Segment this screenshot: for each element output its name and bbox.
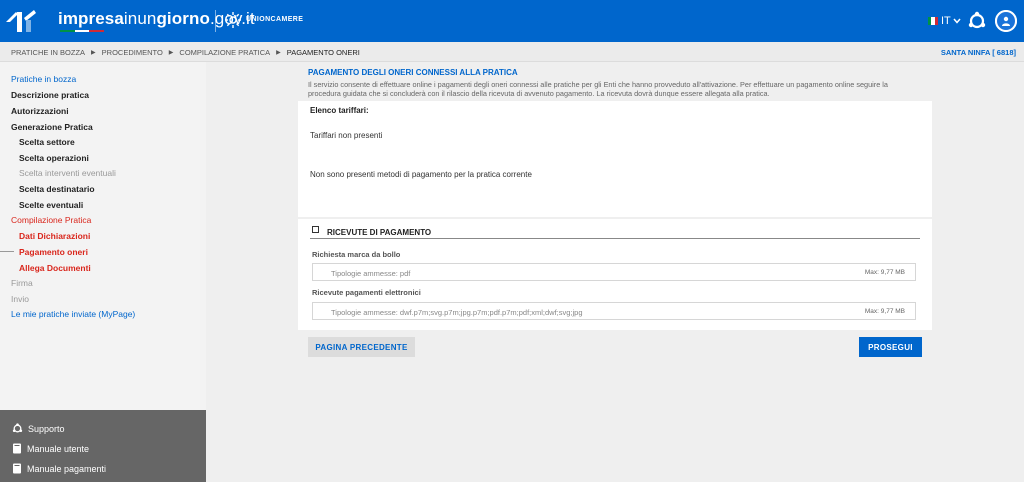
manuale-pagamenti-label: Manuale pagamenti <box>27 463 107 474</box>
marca-bollo-max-size: Max: 9,77 MB <box>864 269 905 276</box>
sidebar-footer: Supporto Manuale utente Manuale pagament… <box>0 410 206 482</box>
pagamenti-elettronici-max-size: Max: 9,77 MB <box>864 308 905 315</box>
italy-flag-icon <box>928 17 938 25</box>
elenco-tariffari-label: Elenco tariffari: <box>310 106 369 115</box>
sidebar-item-firma: Firma <box>11 278 33 288</box>
sidebar-item-invio: Invio <box>11 294 29 304</box>
sidebar-item-scelta-destinatario[interactable]: Scelta destinatario <box>19 184 95 194</box>
ricevute-divider <box>310 238 920 239</box>
unioncamere-icon <box>225 12 241 28</box>
ricevute-checkbox[interactable] <box>312 226 319 233</box>
sidebar-item-generazione[interactable]: Generazione Pratica <box>11 122 93 132</box>
user-code: SANTA NINFA [ 6818] <box>940 48 1016 57</box>
sidebar-item-mypage[interactable]: Le mie pratiche inviate (MyPage) <box>11 309 135 319</box>
page-title: PAGAMENTO DEGLI ONERI CONNESSI ALLA PRAT… <box>308 68 518 77</box>
brand-part-2: inun <box>123 9 157 28</box>
language-selector[interactable]: IT <box>928 14 961 28</box>
manuale-utente-link[interactable]: Manuale utente <box>12 443 89 454</box>
sidebar-item-scelta-settore[interactable]: Scelta settore <box>19 137 75 147</box>
marca-bollo-label: Richiesta marca da bollo <box>312 250 401 259</box>
book-icon <box>13 463 21 474</box>
user-icon <box>1002 16 1010 26</box>
manuale-pagamenti-link[interactable]: Manuale pagamenti <box>12 463 106 474</box>
sidebar-item-scelte-eventuali[interactable]: Scelte eventuali <box>19 200 83 210</box>
header-divider <box>215 10 216 32</box>
breadcrumb: PRATICHE IN BOZZA ▶ PROCEDIMENTO ▶ COMPI… <box>11 48 360 57</box>
sidebar-item-scelta-operazioni[interactable]: Scelta operazioni <box>19 153 89 163</box>
continue-button[interactable]: PROSEGUI <box>859 337 922 357</box>
chevron-down-icon <box>953 16 961 26</box>
current-item-indicator <box>0 251 14 252</box>
sidebar-item-compilazione[interactable]: Compilazione Pratica <box>11 215 91 225</box>
sidebar-item-autorizzazioni[interactable]: Autorizzazioni <box>11 106 69 116</box>
ricevute-title: RICEVUTE DI PAGAMENTO <box>327 228 432 237</box>
pagamenti-elettronici-label: Ricevute pagamenti elettronici <box>312 288 421 297</box>
breadcrumb-item-current: PAGAMENTO ONERI <box>286 48 360 57</box>
help-icon[interactable] <box>967 11 987 31</box>
sidebar-item-descrizione[interactable]: Descrizione pratica <box>11 90 89 100</box>
sidebar-item-allega-documenti[interactable]: Allega Documenti <box>19 263 91 273</box>
tariffari-card <box>298 101 932 217</box>
sidebar-item-scelta-interventi: Scelta interventi eventuali <box>19 168 116 178</box>
previous-page-button[interactable]: PAGINA PRECEDENTE <box>308 337 415 357</box>
sidebar-item-dati-dichiarazioni[interactable]: Dati Dichiarazioni <box>19 231 90 241</box>
manuale-utente-label: Manuale utente <box>27 443 90 454</box>
breadcrumb-bar: PRATICHE IN BOZZA ▶ PROCEDIMENTO ▶ COMPI… <box>0 42 1024 62</box>
support-link[interactable]: Supporto <box>12 423 65 434</box>
pagamenti-elettronici-placeholder: Tipologie ammesse: dwf.p7m;svg.p7m;jpg.p… <box>331 308 583 317</box>
brand-flag-stripe <box>60 30 105 32</box>
tariffari-empty-text: Tariffari non presenti <box>310 131 383 140</box>
logo-mark[interactable] <box>4 8 38 34</box>
sidebar-item-pratiche-bozza[interactable]: Pratiche in bozza <box>11 74 76 84</box>
breadcrumb-item-pratiche[interactable]: PRATICHE IN BOZZA <box>11 48 85 57</box>
chevron-right-icon: ▶ <box>168 50 174 56</box>
partner-label: UNIONCAMERE <box>246 16 304 23</box>
top-header: impresainungiorno.gov.it UNIONCAMERE IT <box>0 0 1024 42</box>
brand-part-1: impresa <box>58 9 124 28</box>
brand-part-3: giorno <box>156 9 210 28</box>
book-icon <box>13 443 21 454</box>
sidebar-item-pagamento-oneri[interactable]: Pagamento oneri <box>19 247 88 257</box>
metodi-empty-text: Non sono presenti metodi di pagamento pe… <box>310 170 532 179</box>
page-description: Il servizio consente di effettuare onlin… <box>308 80 888 98</box>
breadcrumb-item-procedimento[interactable]: PROCEDIMENTO <box>102 48 163 57</box>
user-menu-button[interactable] <box>995 10 1017 32</box>
chevron-right-icon: ▶ <box>276 50 281 56</box>
breadcrumb-item-compilazione[interactable]: COMPILAZIONE PRATICA <box>179 48 270 57</box>
marca-bollo-file-input[interactable]: Tipologie ammesse: pdf Max: 9,77 MB <box>312 263 916 281</box>
pagamenti-elettronici-file-input[interactable]: Tipologie ammesse: dwf.p7m;svg.p7m;jpg.p… <box>312 302 916 320</box>
marca-bollo-placeholder: Tipologie ammesse: pdf <box>331 269 411 278</box>
support-label: Supporto <box>28 423 65 434</box>
language-label: IT <box>941 15 951 27</box>
support-icon <box>12 423 23 433</box>
chevron-right-icon: ▶ <box>91 50 96 56</box>
